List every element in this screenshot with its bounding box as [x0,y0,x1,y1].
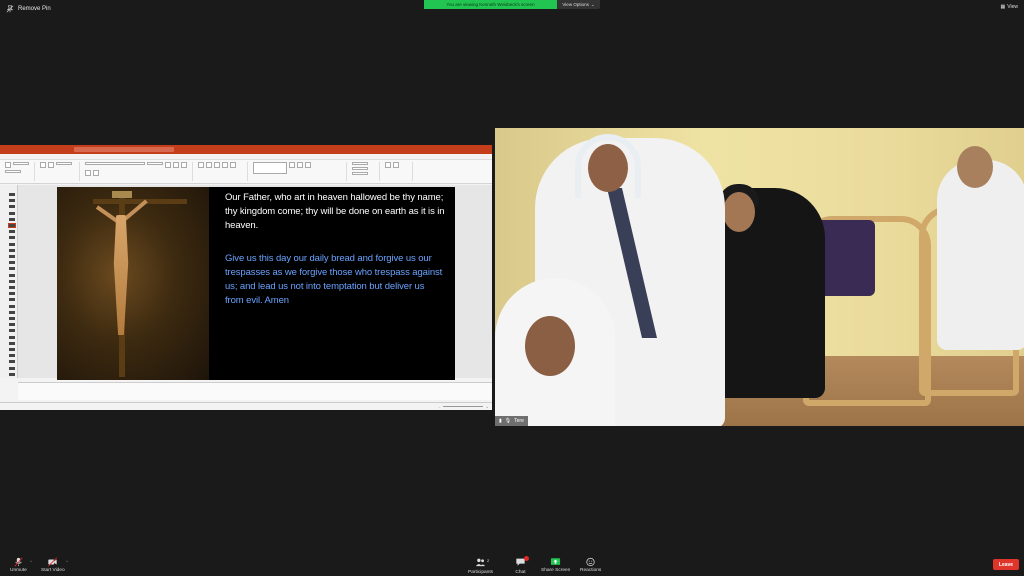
mic-muted-icon: 🎙 [504,418,512,424]
slide-verse-text: Our Father, who art in heaven hallowed b… [209,187,455,380]
participant-name: Tere [514,418,524,424]
shared-screen: Our Father, who art in heaven hallowed b… [0,145,492,410]
ribbon-group-drawing [251,162,347,181]
slide-thumbnail[interactable] [9,341,15,345]
slide-thumbnail[interactable] [9,354,15,358]
ribbon-group-clipboard [3,162,35,181]
slide-thumbnail[interactable] [9,236,15,240]
slide-canvas: Our Father, who art in heaven hallowed b… [18,185,492,380]
slide-thumbnail[interactable] [9,273,15,277]
ribbon-group-slides [38,162,80,181]
ribbon-group-font [83,162,193,181]
remove-pin-button[interactable]: Remove Pin [6,3,51,15]
view-label: View [1007,4,1018,10]
ppt-title-bar [0,145,492,154]
ribbon-group-voice [383,162,413,181]
slide-thumbnail-pane[interactable] [0,185,18,378]
share-screen-label: Share Screen [541,568,571,573]
slide-thumbnail[interactable] [9,211,15,215]
pin-icon [6,5,14,13]
reactions-icon [586,557,595,567]
slide-thumbnail[interactable] [9,205,15,209]
reactions-label: Reactions [580,568,602,573]
share-screen-button[interactable]: Share Screen [541,557,570,573]
participant-name-tag: ▮ 🎙 Tere [495,416,528,426]
slide-thumbnail[interactable] [9,298,15,302]
slide-thumbnail[interactable] [9,372,15,376]
unmute-button[interactable]: Unmute [10,557,27,573]
view-options-label: View Options [562,2,589,7]
ribbon-group-editing [350,162,380,181]
share-screen-icon [551,558,561,565]
crucifixion-painting [57,187,209,380]
slide-thumbnail[interactable] [9,329,15,333]
slide-thumbnail[interactable] [9,292,15,296]
slide-thumbnail[interactable] [9,267,15,271]
video-options-caret[interactable]: ^ [66,559,68,564]
slide-thumbnail[interactable] [9,261,15,265]
ppt-search-box [74,147,174,152]
view-button[interactable]: ▦ View [1001,4,1018,10]
zoom-slider[interactable]: – + [439,405,488,409]
leave-button[interactable]: Leave [993,559,1019,570]
signal-strength-icon: ▮ [499,418,502,424]
chat-label: Chat [515,570,526,575]
slide-thumbnail[interactable] [9,217,15,221]
grid-icon: ▦ [1000,4,1006,10]
ribbon-group-paragraph [196,162,248,181]
participants-icon [475,558,486,567]
audio-options-caret[interactable]: ^ [30,559,32,564]
chat-unread-badge [524,556,529,561]
slide-thumbnail[interactable] [9,248,15,252]
start-video-button[interactable]: Start Video [41,557,65,573]
ppt-ribbon [0,160,492,184]
slide-thumbnail[interactable] [9,335,15,339]
prayer-part-1: Our Father, who art in heaven hallowed b… [225,192,445,231]
meeting-toolbar: Unmute ^ Start Video ^ 2 Participants Ch… [0,556,1024,576]
participants-count: 2 [487,558,490,563]
slide-thumbnail[interactable] [9,279,15,283]
start-video-label: Start Video [41,568,65,573]
chevron-down-icon: ⌄ [590,1,595,7]
slide-thumbnail[interactable] [9,230,15,234]
unmute-label: Unmute [10,568,27,573]
slide-thumbnail[interactable] [9,242,15,246]
current-slide[interactable]: Our Father, who art in heaven hallowed b… [57,187,455,380]
participants-label: Participants [468,570,494,575]
remove-pin-label: Remove Pin [18,6,51,12]
slide-thumbnail[interactable] [9,323,15,327]
ppt-status-bar: – + [0,402,492,410]
slide-thumbnail[interactable] [9,348,15,351]
participants-button[interactable]: 2 Participants [468,557,493,575]
slide-thumbnail[interactable] [9,286,15,289]
slide-thumbnail[interactable] [9,199,15,203]
chat-button[interactable]: Chat [515,556,529,575]
view-options-button[interactable]: View Options ⌄ [557,0,600,9]
speaker-notes [18,382,492,400]
slide-thumbnail[interactable] [9,193,15,196]
slide-thumbnail[interactable] [9,310,15,314]
slide-thumbnail[interactable] [9,255,15,258]
ppt-slide-area: Our Father, who art in heaven hallowed b… [0,185,492,410]
camera-off-icon [48,557,58,567]
prayer-part-2: Give us this day our daily bread and for… [225,253,443,306]
slide-thumbnail[interactable] [9,304,15,308]
participant-video-tile[interactable]: ▮ 🎙 Tere [495,128,1024,426]
slide-thumbnail[interactable] [8,223,16,228]
slide-thumbnail[interactable] [9,360,15,364]
microphone-muted-icon [14,557,23,567]
screen-share-banner: You are viewing Kenneth Weisbeck's scree… [424,0,557,9]
slide-thumbnail[interactable] [9,366,15,370]
reactions-button[interactable]: Reactions [580,557,601,573]
slide-thumbnail[interactable] [9,317,15,320]
